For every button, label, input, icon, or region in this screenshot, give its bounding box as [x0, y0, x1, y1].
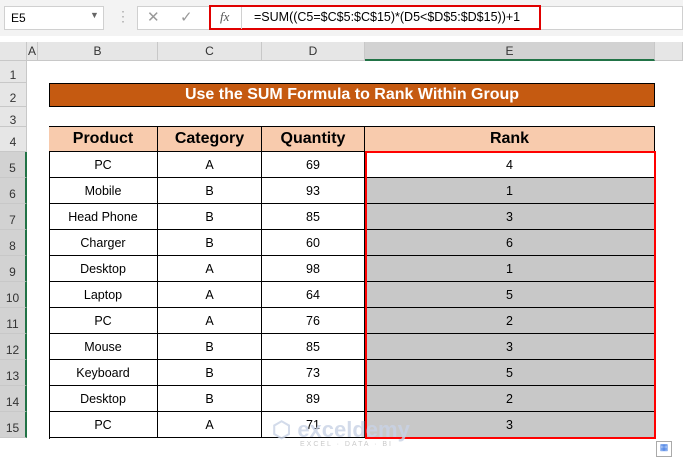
row-header-14[interactable]: 14	[0, 386, 27, 412]
row-header-2[interactable]: 2	[0, 83, 27, 107]
row-header-10[interactable]: 10	[0, 282, 27, 308]
divider	[241, 7, 242, 29]
category-cell[interactable]: B	[158, 230, 262, 256]
category-cell[interactable]: A	[158, 282, 262, 308]
enter-icon[interactable]: ✓	[180, 8, 193, 26]
category-cell[interactable]: B	[158, 204, 262, 230]
product-cell[interactable]: Desktop	[49, 256, 158, 282]
sheet-title: Use the SUM Formula to Rank Within Group	[49, 83, 655, 107]
name-box[interactable]: E5	[4, 6, 104, 30]
header-category: Category	[158, 127, 262, 152]
row-header-7[interactable]: 7	[0, 204, 27, 230]
category-cell[interactable]: B	[158, 334, 262, 360]
column-header-A[interactable]: A	[27, 42, 38, 61]
category-cell[interactable]: A	[158, 256, 262, 282]
cancel-icon[interactable]: ✕	[147, 8, 160, 26]
column-header-D[interactable]: D	[262, 42, 365, 61]
product-cell[interactable]: PC	[49, 152, 158, 178]
category-cell[interactable]: B	[158, 178, 262, 204]
row-header-12[interactable]: 12	[0, 334, 27, 360]
quantity-cell[interactable]: 98	[262, 256, 365, 282]
row-header-1[interactable]: 1	[0, 61, 27, 83]
quantity-cell[interactable]: 76	[262, 308, 365, 334]
quantity-cell[interactable]: 93	[262, 178, 365, 204]
quantity-cell[interactable]: 73	[262, 360, 365, 386]
insert-function-icon[interactable]: fx	[220, 9, 229, 25]
header-product: Product	[49, 127, 158, 152]
quantity-cell[interactable]: 89	[262, 386, 365, 412]
row-header-5[interactable]: 5	[0, 152, 27, 178]
header-quantity: Quantity	[262, 127, 365, 152]
product-cell[interactable]: Head Phone	[49, 204, 158, 230]
row-header-15[interactable]: 15	[0, 412, 27, 438]
column-header-B[interactable]: B	[38, 42, 158, 61]
quantity-cell[interactable]: 85	[262, 204, 365, 230]
row-header-4[interactable]: 4	[0, 127, 27, 152]
category-cell[interactable]: B	[158, 386, 262, 412]
row-header-13[interactable]: 13	[0, 360, 27, 386]
quantity-cell[interactable]: 85	[262, 334, 365, 360]
column-header-E[interactable]: E	[365, 42, 655, 61]
header-rank: Rank	[365, 127, 655, 152]
product-cell[interactable]: PC	[49, 412, 158, 438]
select-all-corner[interactable]	[0, 42, 27, 61]
row-header-6[interactable]: 6	[0, 178, 27, 204]
row-header-3[interactable]: 3	[0, 107, 27, 127]
product-cell[interactable]: Desktop	[49, 386, 158, 412]
quantity-cell[interactable]: 69	[262, 152, 365, 178]
row-header-11[interactable]: 11	[0, 308, 27, 334]
product-cell[interactable]: Mobile	[49, 178, 158, 204]
selection-outline	[365, 151, 656, 439]
more-icon: ⋮	[116, 8, 130, 24]
product-cell[interactable]: Laptop	[49, 282, 158, 308]
quantity-cell[interactable]: 64	[262, 282, 365, 308]
category-cell[interactable]: A	[158, 412, 262, 438]
watermark-logo: ⬡ exceldemy	[272, 417, 410, 442]
product-cell[interactable]: Keyboard	[49, 360, 158, 386]
quick-analysis-icon[interactable]: ▦	[656, 441, 672, 457]
category-cell[interactable]: A	[158, 152, 262, 178]
row-header-8[interactable]: 8	[0, 230, 27, 256]
column-header-C[interactable]: C	[158, 42, 262, 61]
product-cell[interactable]: Mouse	[49, 334, 158, 360]
category-cell[interactable]: B	[158, 360, 262, 386]
category-cell[interactable]: A	[158, 308, 262, 334]
row-header-9[interactable]: 9	[0, 256, 27, 282]
quantity-cell[interactable]: 60	[262, 230, 365, 256]
product-cell[interactable]: PC	[49, 308, 158, 334]
watermark-tagline: EXCEL · DATA · BI	[300, 441, 393, 448]
chevron-down-icon[interactable]: ▼	[90, 10, 99, 20]
product-cell[interactable]: Charger	[49, 230, 158, 256]
formula-input[interactable]: =SUM((C5=$C$5:$C$15)*(D5<$D$5:$D$15))+1	[254, 10, 520, 24]
column-header-blank	[655, 42, 683, 61]
